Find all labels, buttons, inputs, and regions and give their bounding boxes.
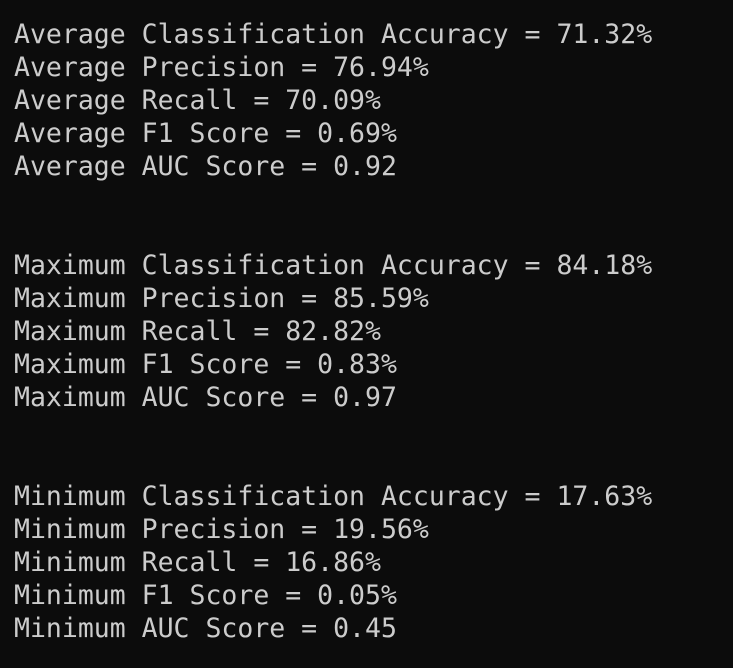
average-f1-line: Average F1 Score = 0.69% — [14, 118, 397, 149]
minimum-auc-line: Minimum AUC Score = 0.45 — [14, 613, 397, 644]
terminal-output[interactable]: Average Classification Accuracy = 71.32%… — [0, 0, 733, 668]
average-metrics-block: Average Classification Accuracy = 71.32%… — [14, 18, 733, 183]
minimum-recall-line: Minimum Recall = 16.86% — [14, 547, 381, 578]
maximum-precision-line: Maximum Precision = 85.59% — [14, 283, 429, 314]
blank-lines — [14, 414, 733, 480]
minimum-f1-line: Minimum F1 Score = 0.05% — [14, 580, 397, 611]
maximum-metrics-block: Maximum Classification Accuracy = 84.18%… — [14, 249, 733, 414]
minimum-metrics-block: Minimum Classification Accuracy = 17.63%… — [14, 480, 733, 645]
maximum-f1-line: Maximum F1 Score = 0.83% — [14, 349, 397, 380]
maximum-auc-line: Maximum AUC Score = 0.97 — [14, 382, 397, 413]
average-precision-line: Average Precision = 76.94% — [14, 52, 429, 83]
maximum-recall-line: Maximum Recall = 82.82% — [14, 316, 381, 347]
average-recall-line: Average Recall = 70.09% — [14, 85, 381, 116]
minimum-accuracy-line: Minimum Classification Accuracy = 17.63% — [14, 481, 653, 512]
average-accuracy-line: Average Classification Accuracy = 71.32% — [14, 19, 653, 50]
average-auc-line: Average AUC Score = 0.92 — [14, 151, 397, 182]
maximum-accuracy-line: Maximum Classification Accuracy = 84.18% — [14, 250, 653, 281]
minimum-precision-line: Minimum Precision = 19.56% — [14, 514, 429, 545]
blank-lines — [14, 183, 733, 249]
